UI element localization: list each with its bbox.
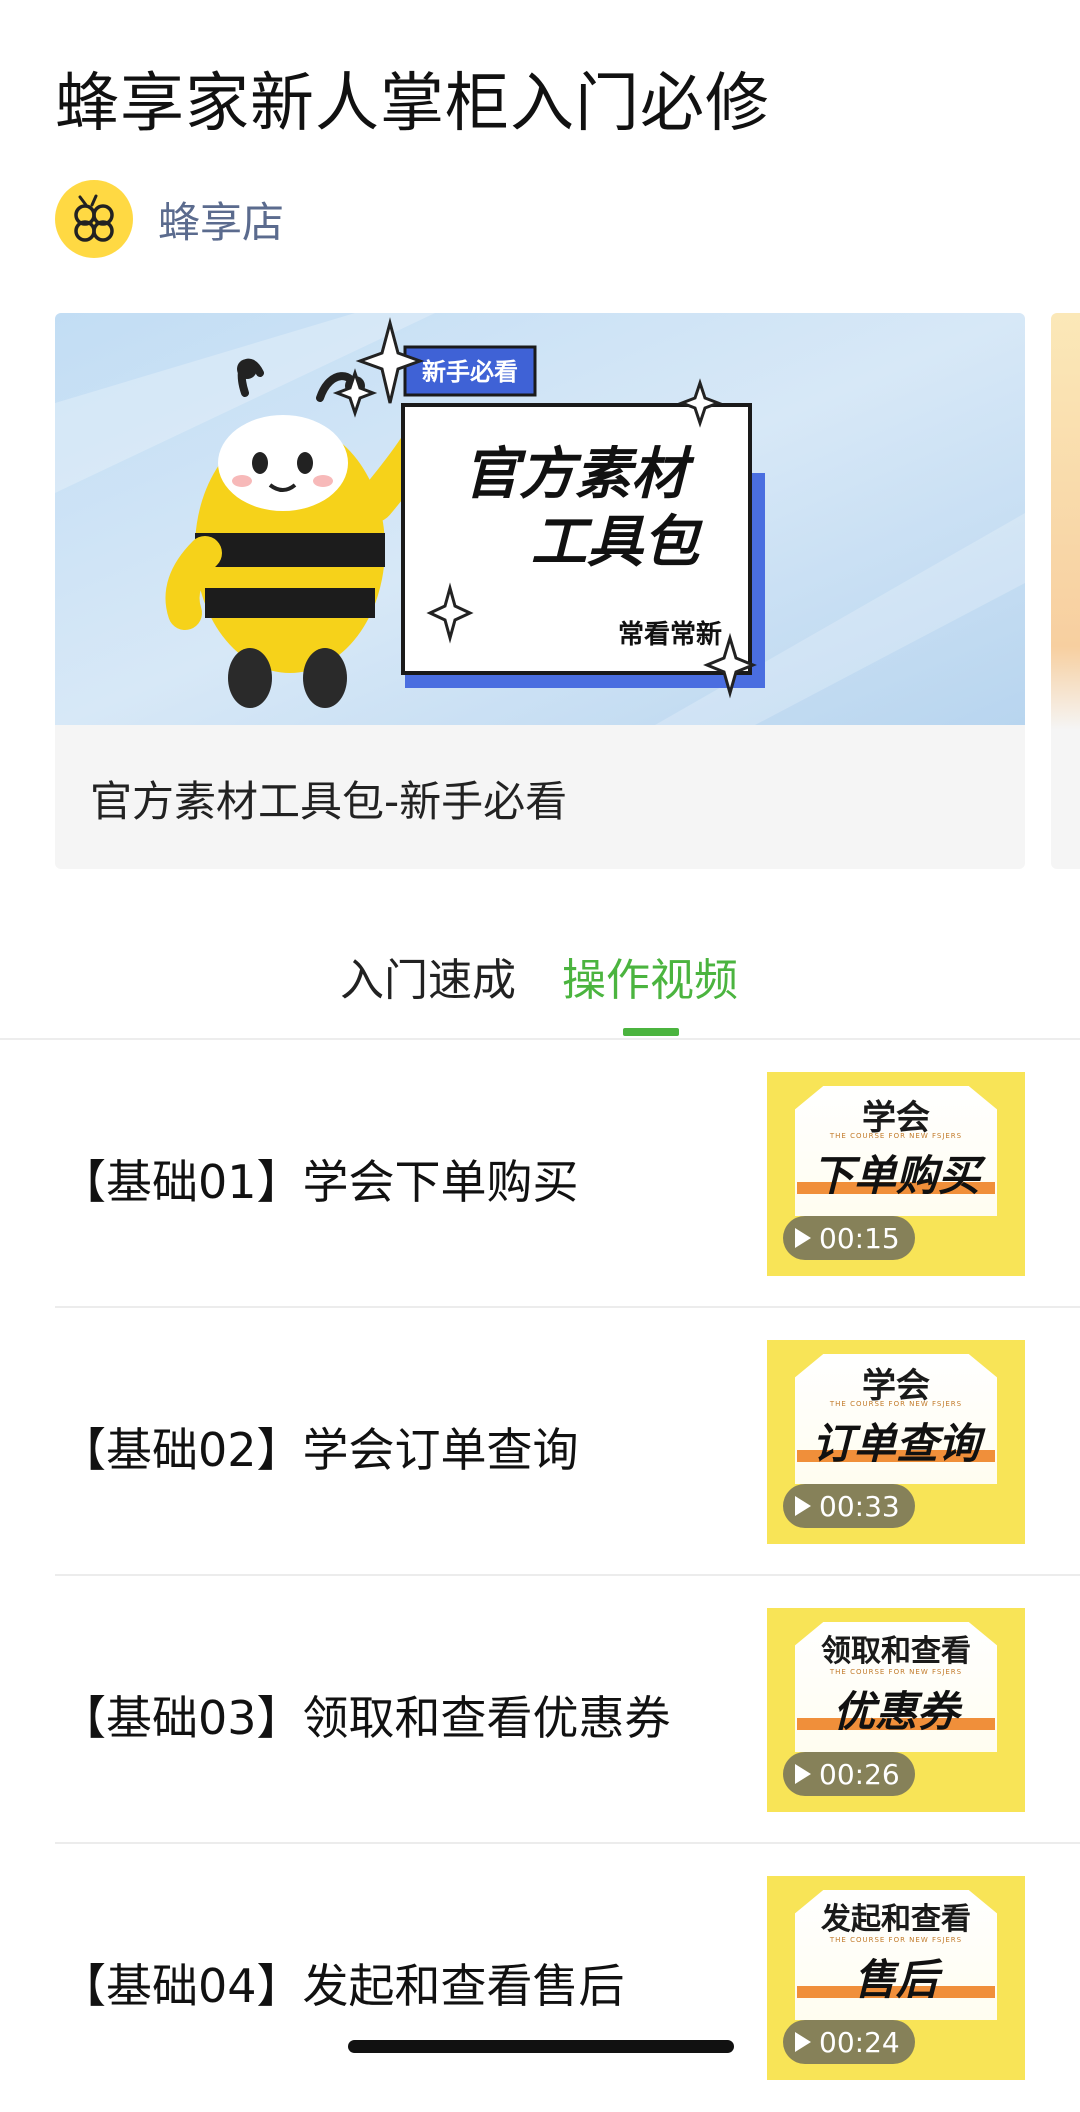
- list-item[interactable]: 【基础02】学会订单查询 学会 THE COURSE FOR NEW FSJER…: [0, 1308, 1080, 1576]
- banner-carousel[interactable]: 新手必看 官方素材 工具包 常看常新 官方素材工具包-新手必看: [55, 313, 1080, 869]
- thumbnail-subtitle: THE COURSE FOR NEW FSJERS: [829, 1132, 963, 1140]
- duration-text: 00:33: [819, 1489, 900, 1523]
- video-thumbnail[interactable]: 学会 THE COURSE FOR NEW FSJERS 下单购买 00:15: [767, 1072, 1025, 1276]
- duration-text: 00:24: [819, 2025, 900, 2059]
- thumbnail-main-text: 售后: [853, 1955, 938, 2004]
- video-thumbnail[interactable]: 领取和查看 THE COURSE FOR NEW FSJERS 优惠券 00:2…: [767, 1608, 1025, 1812]
- tab-bar: 入门速成 操作视频: [0, 940, 1080, 1040]
- banner-caption[interactable]: 官方素材工具包-新手必看: [90, 768, 567, 829]
- video-title[interactable]: 【基础03】领取和查看优惠券: [60, 1682, 671, 1748]
- author-row[interactable]: 蜂享店: [55, 180, 284, 258]
- play-icon: [795, 2032, 811, 2052]
- thumbnail-top-text: 发起和查看: [821, 1902, 971, 1937]
- list-item[interactable]: 【基础03】领取和查看优惠券 领取和查看 THE COURSE FOR NEW …: [0, 1576, 1080, 1844]
- thumbnail-top-text: 领取和查看: [821, 1634, 971, 1669]
- banner-card[interactable]: 新手必看 官方素材 工具包 常看常新 官方素材工具包-新手必看: [55, 313, 1025, 869]
- video-thumbnail[interactable]: 学会 THE COURSE FOR NEW FSJERS 订单查询 00:33: [767, 1340, 1025, 1544]
- play-icon: [795, 1496, 811, 1516]
- list-item[interactable]: 【基础04】发起和查看售后 发起和查看 THE COURSE FOR NEW F…: [0, 1844, 1080, 2112]
- video-title[interactable]: 【基础04】发起和查看售后: [60, 1950, 625, 2016]
- duration-text: 00:26: [819, 1757, 900, 1791]
- play-icon: [795, 1764, 811, 1784]
- banner-tagline: 常看常新: [618, 619, 722, 650]
- next-banner-card[interactable]: [1051, 313, 1080, 869]
- thumbnail-subtitle: THE COURSE FOR NEW FSJERS: [829, 1668, 963, 1676]
- thumbnail-main-text: 下单购买: [811, 1151, 980, 1200]
- duration-badge: 00:24: [783, 2020, 915, 2064]
- thumbnail-subtitle: THE COURSE FOR NEW FSJERS: [829, 1936, 963, 1944]
- list-item[interactable]: 【基础01】学会下单购买 学会 THE COURSE FOR NEW FSJER…: [0, 1040, 1080, 1308]
- bee-logo-icon: [74, 194, 114, 242]
- video-list: 【基础01】学会下单购买 学会 THE COURSE FOR NEW FSJER…: [0, 1040, 1080, 2112]
- banner-badge: 新手必看: [422, 358, 518, 386]
- video-title[interactable]: 【基础01】学会下单购买: [60, 1146, 579, 1212]
- thumbnail-subtitle: THE COURSE FOR NEW FSJERS: [829, 1400, 963, 1408]
- duration-badge: 00:33: [783, 1484, 915, 1528]
- author-name[interactable]: 蜂享店: [158, 189, 284, 250]
- page-title: 蜂享家新人掌柜入门必修: [55, 67, 770, 141]
- thumbnail-main-text: 订单查询: [811, 1419, 980, 1468]
- duration-badge: 00:15: [783, 1216, 915, 1260]
- tab-getting-started[interactable]: 入门速成: [340, 944, 516, 1008]
- duration-badge: 00:26: [783, 1752, 915, 1796]
- duration-text: 00:15: [819, 1221, 900, 1255]
- avatar[interactable]: [55, 180, 133, 258]
- tab-operation-videos[interactable]: 操作视频: [562, 944, 738, 1008]
- active-tab-indicator: [623, 1028, 679, 1036]
- home-indicator[interactable]: [348, 2040, 734, 2053]
- video-title[interactable]: 【基础02】学会订单查询: [60, 1414, 579, 1480]
- video-thumbnail[interactable]: 发起和查看 THE COURSE FOR NEW FSJERS 售后 00:24: [767, 1876, 1025, 2080]
- thumbnail-main-text: 优惠券: [832, 1687, 959, 1736]
- banner-image: 新手必看 官方素材 工具包 常看常新: [55, 313, 1025, 725]
- banner-headline-2: 工具包: [531, 510, 703, 575]
- banner-headline-1: 官方素材: [463, 442, 695, 507]
- play-icon: [795, 1228, 811, 1248]
